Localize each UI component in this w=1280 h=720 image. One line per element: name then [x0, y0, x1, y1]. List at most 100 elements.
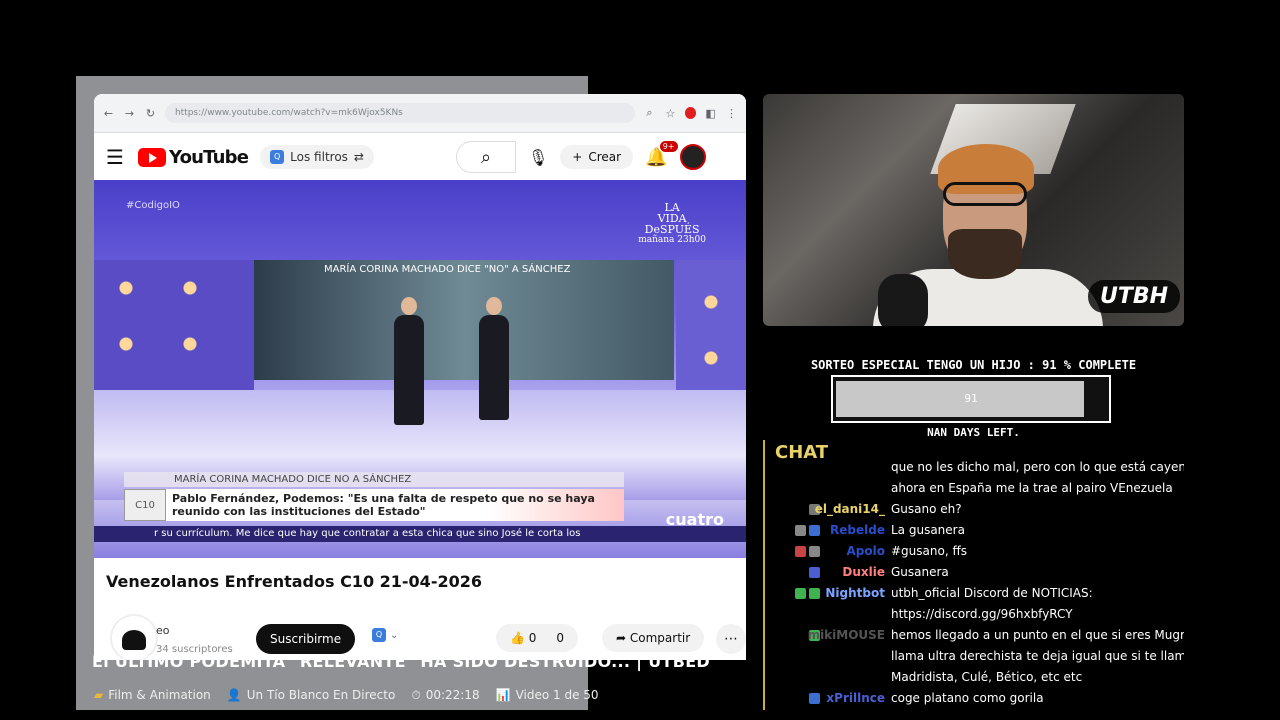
chat-badge-icon [795, 546, 806, 557]
thumbs-up-icon: 👍 [510, 631, 525, 645]
notifications-icon[interactable]: 🔔 9+ [645, 140, 678, 168]
promo-watermark: LA VIDA DeSPUÉS mañana 23h00 [638, 202, 706, 246]
search-button[interactable]: ⌕ [455, 141, 516, 173]
chart-icon: 📊 [495, 688, 511, 702]
video-player[interactable]: MARÍA CORINA MACHADO DICE "NO" A SÁNCHEZ… [94, 180, 746, 558]
chat-message: el_dani14_ Gusano eh? [765, 499, 1184, 520]
chat-text: llama ultra derechista te deja igual que… [891, 649, 1184, 663]
folder-icon: ▰ [94, 688, 104, 702]
video-title: Venezolanos Enfrentados C10 21-04-2026 [106, 572, 482, 591]
hamburger-icon[interactable]: ☰ [106, 145, 126, 169]
clock-icon: ⏱ [411, 688, 421, 702]
account-avatar[interactable] [679, 144, 706, 170]
filters-chip[interactable]: Q Los filtros ⇄ [260, 145, 374, 169]
chat-message: Rebelde La gusanera [765, 520, 1184, 541]
stream-title: El ÚLTIMO PODEMITA "RELEVANTE" HA SIDO D… [92, 652, 711, 671]
chat-messages: que no les dicho mal, pero con lo que es… [765, 457, 1184, 709]
goal-days-left: NAN DAYS LEFT. [927, 426, 1020, 439]
youtube-play-icon [138, 147, 166, 167]
filter-extension-icon: Q [270, 150, 285, 164]
url-bar[interactable]: https://www.youtube.com/watch?v=mk6Wjox5… [164, 103, 635, 123]
browser-toolbar: ← → ↻ https://www.youtube.com/watch?v=mk… [94, 94, 746, 133]
playlist-label: Video 1 de 50 [515, 688, 599, 702]
forward-icon[interactable]: → [123, 107, 136, 120]
chat-message: Nightbot utbh_oficial Discord de NOTICIAS… [765, 583, 1184, 604]
like-dislike-pill[interactable]: 👍 0 0 [496, 624, 579, 652]
chat-text: Gusano eh? [891, 502, 962, 516]
webcam-feed: UTBH [763, 94, 1184, 326]
chat-panel: que no les dicho mal, pero con lo que es… [763, 440, 1184, 710]
like-button[interactable]: 👍 0 [510, 631, 536, 645]
dislike-count[interactable]: 0 [556, 631, 564, 645]
chat-text: que no les dicho mal, pero con lo que es… [891, 460, 1184, 474]
tune-icon: ⇄ [353, 150, 364, 164]
chat-text: Madridista, Culé, Bético, etc etc [891, 670, 1083, 684]
news-ticker: r su currículum. Me dice que hay que con… [94, 526, 746, 542]
lower-third: MARÍA CORINA MACHADO DICE NO A SÁNCHEZ C… [124, 472, 624, 521]
chat-text: hemos llegado a un punto en el que si er… [891, 628, 1184, 642]
chat-text: ahora en España me la trae al pairo VEne… [891, 481, 1173, 495]
back-icon[interactable]: ← [102, 107, 115, 120]
star-icon[interactable]: ☆ [664, 107, 677, 120]
chat-badges [795, 546, 820, 557]
set-lights-right [676, 260, 746, 400]
duration-item: ⏱ 00:22:18 [411, 688, 479, 703]
chat-username[interactable]: Rebelde [830, 520, 885, 541]
chat-username[interactable]: Apolo [847, 541, 885, 562]
channel-name[interactable]: eo [156, 624, 170, 637]
chat-badges [795, 525, 820, 536]
chat-text: https://discord.gg/96hxbfyRCY [891, 607, 1073, 621]
streamer-glasses [943, 182, 1027, 206]
goal-progress-bar: 91 [831, 375, 1111, 423]
program-hashtag: #CodigoIO [126, 200, 180, 211]
share-button[interactable]: ➦ Compartir [602, 624, 705, 652]
chat-username[interactable]: mikiMOUSE [808, 625, 885, 646]
menu-icon[interactable]: ⋮ [725, 107, 738, 120]
plus-icon: + [572, 150, 583, 164]
chat-badge-icon [809, 693, 820, 704]
presenter-1-head [401, 297, 417, 315]
chat-username[interactable]: Duxlie [842, 562, 885, 583]
webcam-logo: UTBH [1088, 280, 1181, 313]
more-options-button[interactable]: ⋯ [716, 624, 746, 654]
notifications-badge: 9+ [659, 140, 678, 152]
chat-badge-icon [795, 525, 806, 536]
reload-icon[interactable]: ↻ [144, 107, 157, 120]
chat-message: llama ultra derechista te deja igual que… [765, 646, 1184, 667]
chat-badge-icon [795, 588, 806, 599]
opera-icon[interactable] [684, 107, 697, 119]
chat-badge-icon [809, 546, 820, 557]
extension-dropdown[interactable]: Q ⌄ [372, 628, 398, 642]
chat-badges [795, 588, 820, 599]
chat-badge-icon [809, 588, 820, 599]
screen-title: MARÍA CORINA MACHADO DICE "NO" A SÁNCHEZ [324, 264, 571, 275]
chat-username[interactable]: el_dani14_ [815, 499, 885, 520]
set-screen [254, 260, 674, 380]
zoom-icon[interactable]: ⌕ [643, 106, 656, 120]
chat-badge-icon [809, 567, 820, 578]
goal-progress-value: 91 [964, 392, 978, 405]
chat-text: coge platano como gorila [891, 691, 1044, 705]
chat-username[interactable]: xPrillnce [826, 688, 885, 709]
chat-badge-icon [809, 525, 820, 536]
chat-text: utbh_oficial Discord de NOTICIAS: [891, 586, 1093, 600]
subscribe-button[interactable]: Suscribirme [256, 624, 356, 654]
chat-text: #gusano, ffs [891, 544, 967, 558]
lower-third-main: C10 Pablo Fernández, Podemos: "Es una fa… [124, 489, 624, 521]
chat-message: Apolo #gusano, ffs [765, 541, 1184, 562]
chat-username[interactable]: Nightbot [825, 583, 885, 604]
promo-line: DeSPUÉS [644, 223, 700, 236]
filters-label: Los filtros [290, 150, 348, 164]
category-item: ▰ Film & Animation [94, 688, 211, 703]
extensions-icon[interactable]: ◧ [704, 107, 717, 120]
create-button[interactable]: + Crear [560, 145, 634, 169]
youtube-logo-text: YouTube [169, 146, 249, 168]
streamer-beard [948, 229, 1022, 279]
browser-window: ← → ↻ https://www.youtube.com/watch?v=mk… [94, 94, 746, 660]
chat-badges [809, 567, 820, 578]
presenter-1 [394, 315, 424, 425]
youtube-logo[interactable]: YouTube [138, 146, 249, 168]
extension-icon: Q [372, 628, 386, 642]
mic-icon[interactable]: 🎙 [528, 148, 548, 167]
goal-title: SORTEO ESPECIAL TENGO UN HIJO : 91 % COM… [810, 358, 1137, 372]
